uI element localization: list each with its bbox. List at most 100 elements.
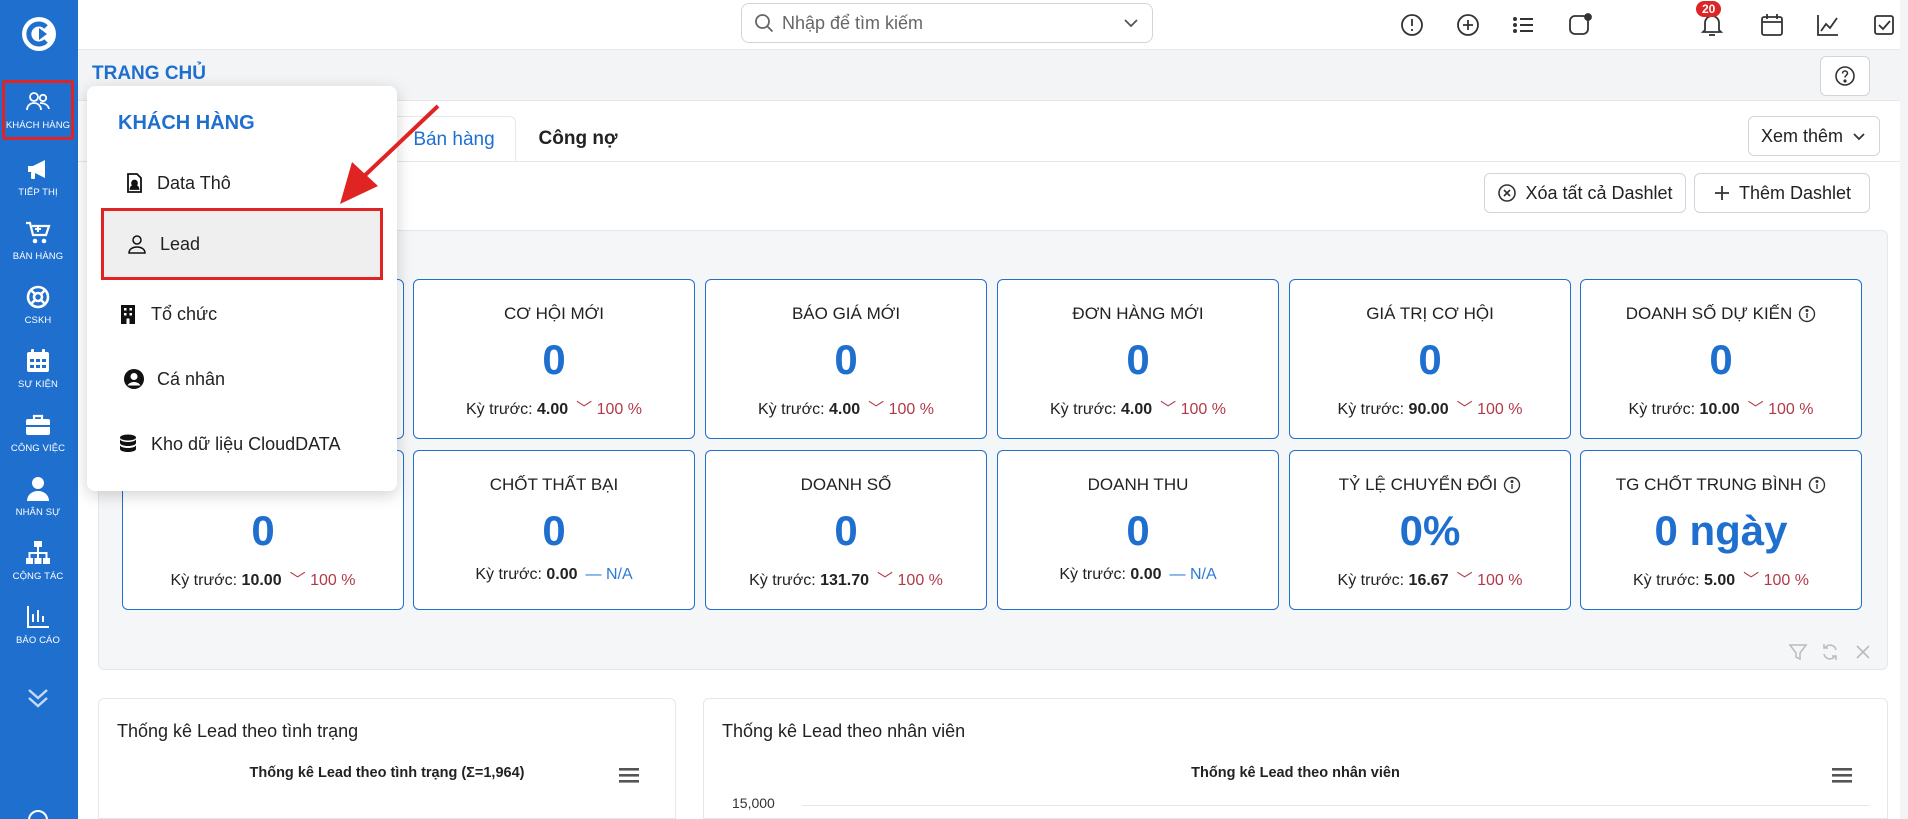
kpi-change: ﹀ 100 %	[1457, 401, 1523, 418]
chevron-double-down-icon[interactable]	[24, 686, 52, 710]
kpi-change: — N/A	[1170, 566, 1217, 583]
kpi-card-new-opportunities[interactable]: CƠ HỘI MỚI 0 Kỳ trước: 4.00 ﹀ 100 %	[413, 279, 695, 439]
kpi-label: DOANH SỐ	[800, 475, 892, 494]
help-button[interactable]	[1820, 56, 1870, 96]
more-button-label: Xem thêm	[1760, 125, 1844, 146]
settings-icon[interactable]	[24, 806, 52, 819]
sidebar-item-support[interactable]: CSKH	[2, 272, 74, 332]
kpi-prev-label: Kỳ trước:	[1337, 401, 1405, 418]
help-icon	[1835, 66, 1855, 86]
bar-chart-icon	[27, 606, 49, 628]
chevron-down-icon: ﹀	[1456, 401, 1473, 418]
line-chart-icon[interactable]	[1814, 11, 1842, 39]
kpi-prev-label: Kỳ trước:	[1628, 401, 1696, 418]
more-button[interactable]: Xem thêm	[1748, 116, 1880, 156]
calendar-outline-icon[interactable]	[1758, 11, 1786, 39]
search-box[interactable]	[741, 3, 1153, 43]
search-icon	[755, 14, 774, 33]
chevron-down-icon: ﹀	[1747, 401, 1764, 418]
widget-lead-by-status: Thống kê Lead theo tình trạng Thống kê L…	[98, 698, 676, 819]
sidebar-item-label: Nhân sự	[15, 507, 61, 518]
kpi-prev-value: 10.00	[1699, 401, 1740, 418]
building-icon	[121, 305, 135, 324]
menu-item-label: Tổ chức	[151, 303, 218, 324]
kpi-card-sales[interactable]: DOANH SỐ 0 Kỳ trước: 131.70 ﹀ 100 %	[705, 450, 987, 610]
kpi-card-opportunity-value[interactable]: GIÁ TRỊ CƠ HỘI 0 Kỳ trước: 90.00 ﹀ 100 %	[1289, 279, 1571, 439]
kpi-card-avg-close-time[interactable]: TG CHỐT TRUNG BÌNH 0 ngày Kỳ trước: 5.00…	[1580, 450, 1862, 610]
kpi-change-value: 100 %	[1180, 401, 1226, 418]
kpi-card-revenue[interactable]: DOANH THU 0 Kỳ trước: 0.00 — N/A	[997, 450, 1279, 610]
kpi-prev-value: 16.67	[1408, 572, 1449, 589]
plus-circle-icon[interactable]	[1454, 11, 1482, 39]
sidebar-item-events[interactable]: Sự kiện	[2, 336, 74, 396]
search-input[interactable]	[782, 12, 1122, 34]
kpi-prev-value: 5.00	[1704, 572, 1736, 589]
sidebar-item-label: Công việc	[10, 443, 66, 454]
chart-title: Thống kê Lead theo nhân viên	[1191, 765, 1400, 781]
close-icon[interactable]	[1853, 642, 1873, 662]
person-outline-icon	[128, 235, 146, 254]
alert-octagon-icon[interactable]	[1398, 11, 1426, 39]
chevron-down-icon: ﹀	[877, 572, 894, 589]
sidebar-item-label: Cộng tác	[12, 571, 64, 582]
kpi-value: 0	[251, 507, 275, 554]
person-icon	[27, 477, 49, 501]
kpi-card-expected-sales[interactable]: DOANH SỐ DỰ KIẾN 0 Kỳ trước: 10.00 ﹀ 100 …	[1580, 279, 1862, 439]
kpi-value: 0	[834, 336, 858, 383]
kpi-prev-label: Kỳ trước:	[1337, 572, 1405, 589]
page-title: TRANG CHỦ	[92, 63, 206, 84]
widget-lead-by-staff: Thống kê Lead theo nhân viên Thống kê Le…	[703, 698, 1888, 819]
app-logo-icon[interactable]	[19, 14, 59, 54]
kpi-card-lost-deals[interactable]: CHỐT THẤT BẠI 0 Kỳ trước: 0.00 — N/A	[413, 450, 695, 610]
kpi-card-conversion-rate[interactable]: TỶ LỆ CHUYỂN ĐỔI 0% Kỳ trước: 16.67 ﹀ 100…	[1289, 450, 1571, 610]
menu-item-label: Data Thô	[157, 172, 231, 193]
menu-item-label: Cá nhân	[157, 368, 226, 389]
info-icon[interactable]	[1808, 476, 1826, 494]
menu-item-organization[interactable]: Tổ chức	[101, 286, 383, 342]
kpi-prev-label: Kỳ trước:	[749, 572, 816, 589]
sidebar-item-reports[interactable]: Báo cáo	[2, 592, 74, 652]
menu-item-lead[interactable]: Lead	[101, 208, 383, 280]
briefcase-icon	[26, 414, 50, 435]
hamburger-menu-icon[interactable]	[1830, 765, 1854, 785]
sidebar-item-collab[interactable]: Cộng tác	[2, 528, 74, 588]
list-icon[interactable]	[1510, 11, 1538, 39]
info-icon[interactable]	[1503, 476, 1521, 494]
widget-title: Thống kê Lead theo nhân viên	[722, 721, 966, 741]
hamburger-menu-icon[interactable]	[617, 765, 641, 785]
plus-icon	[1714, 186, 1729, 200]
add-dashlet-label: Thêm Dashlet	[1738, 182, 1852, 203]
kpi-label: DOANH SỐ DỰ KIẾN	[1625, 304, 1793, 323]
chat-icon[interactable]	[1566, 11, 1594, 39]
chevron-down-icon[interactable]	[1122, 14, 1140, 32]
widget-title: Thống kê Lead theo tình trạng	[117, 721, 359, 741]
menu-item-clouddata[interactable]: Kho dữ liệu CloudDATA	[101, 416, 383, 472]
tab-debt[interactable]: Công nợ	[520, 116, 636, 162]
sidebar-item-hr[interactable]: Nhân sự	[2, 464, 74, 524]
kpi-card-new-quotes[interactable]: BÁO GIÁ MỚI 0 Kỳ trước: 4.00 ﹀ 100 %	[705, 279, 987, 439]
kpi-prev-value: 90.00	[1408, 401, 1449, 418]
kpi-value: 0	[1709, 336, 1733, 383]
kpi-prev-value: 0.00	[546, 566, 578, 583]
refresh-icon[interactable]	[1820, 642, 1840, 662]
add-dashlet-button[interactable]: Thêm Dashlet	[1694, 173, 1870, 213]
kpi-change-value: N/A	[1189, 566, 1217, 583]
checkbox-icon[interactable]	[1870, 11, 1898, 39]
sidebar-item-sales[interactable]: Bán hàng	[2, 208, 74, 268]
kpi-prev-label: Kỳ trước:	[466, 401, 533, 418]
kpi-change-value: 100 %	[596, 401, 642, 418]
kpi-card-new-orders[interactable]: ĐƠN HÀNG MỚI 0 Kỳ trước: 4.00 ﹀ 100 %	[997, 279, 1279, 439]
org-chart-icon	[26, 541, 50, 564]
menu-item-label: Lead	[160, 233, 201, 254]
filter-icon[interactable]	[1788, 642, 1808, 662]
sidebar-item-tasks[interactable]: Công việc	[2, 400, 74, 460]
sidebar-item-marketing[interactable]: Tiếp thị	[2, 144, 74, 204]
kpi-change: — N/A	[586, 566, 633, 583]
kpi-label: GIÁ TRỊ CƠ HỘI	[1366, 304, 1494, 323]
cart-icon	[26, 221, 51, 244]
sidebar-item-label: CSKH	[24, 315, 52, 326]
sidebar-item-customers[interactable]: Khách hàng	[2, 80, 74, 140]
menu-item-individual[interactable]: Cá nhân	[101, 351, 383, 407]
info-icon[interactable]	[1798, 305, 1816, 323]
clear-dashlets-button[interactable]: Xóa tất cả Dashlet	[1484, 173, 1686, 213]
